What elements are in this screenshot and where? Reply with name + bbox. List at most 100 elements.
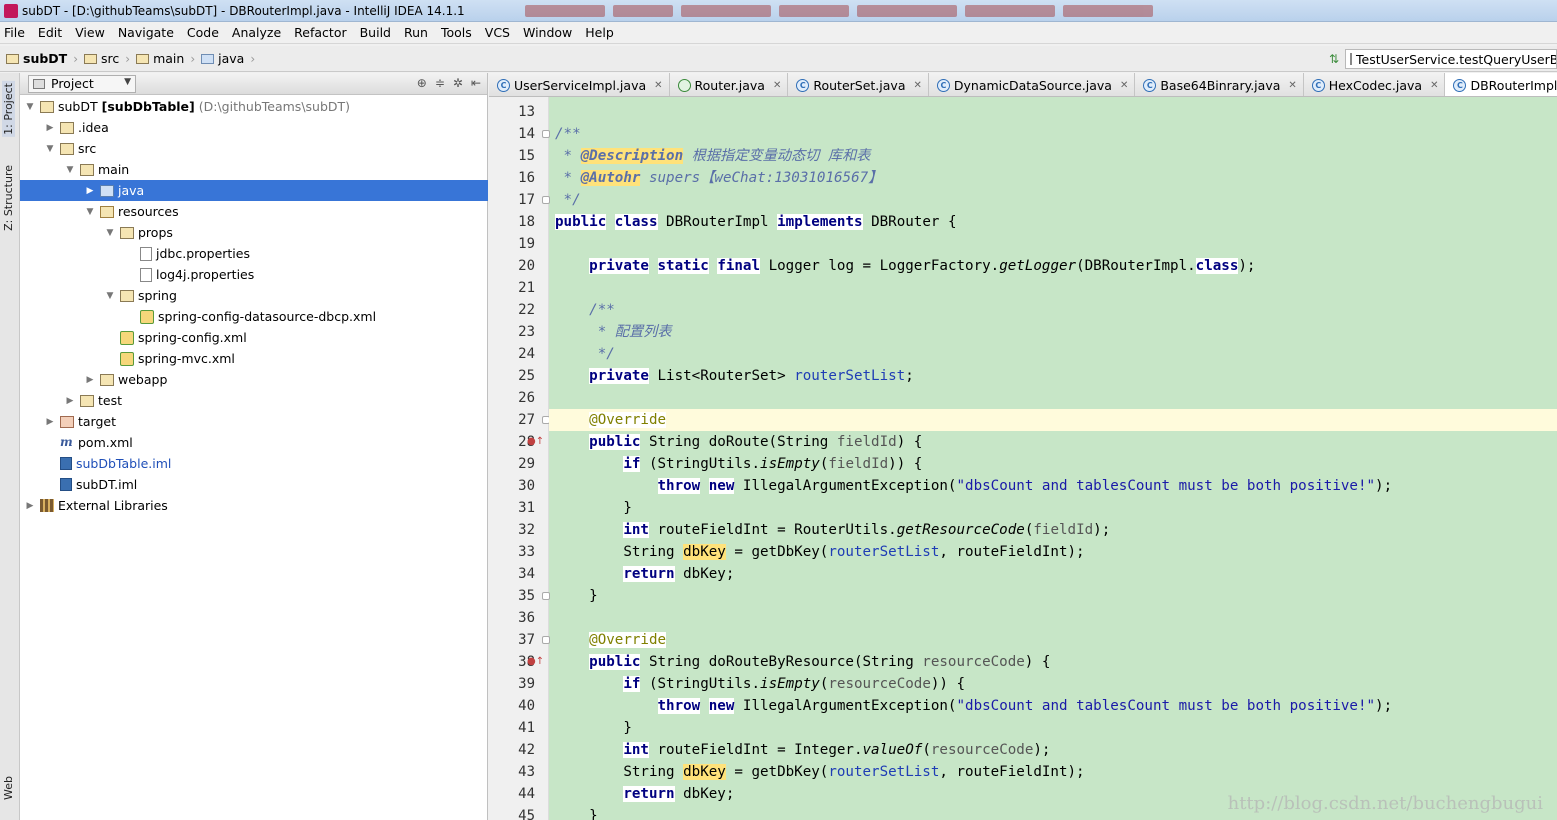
code-text[interactable]: /** * @Description 根据指定变量动态切 库和表 * @Auto… xyxy=(549,97,1557,820)
tree-item[interactable]: ▶ java xyxy=(20,180,488,201)
collapsed-arrow-icon[interactable]: ▶ xyxy=(44,123,56,133)
menu-edit[interactable]: Edit xyxy=(38,25,62,40)
menu-file[interactable]: File xyxy=(4,25,25,40)
close-tab-icon[interactable]: ✕ xyxy=(1288,80,1296,91)
tree-item[interactable]: ▶ webapp xyxy=(20,369,488,390)
expanded-arrow-icon[interactable]: ▼ xyxy=(24,102,36,112)
tool-tab-project[interactable]: 1: Project xyxy=(2,81,15,137)
menu-vcs[interactable]: VCS xyxy=(485,25,510,40)
expanded-arrow-icon[interactable]: ▼ xyxy=(104,228,116,238)
collapsed-arrow-icon[interactable]: ▶ xyxy=(64,396,76,406)
editor-tab[interactable]: CDBRouterImpl.java✕ xyxy=(1445,73,1557,96)
code-token: = getDbKey( xyxy=(725,544,829,560)
code-line: @Override xyxy=(555,409,667,431)
tree-item[interactable]: ▼ resources xyxy=(20,201,488,222)
tool-tab-structure[interactable]: Z: Structure xyxy=(2,165,15,231)
tree-item[interactable]: ▶ .idea xyxy=(20,117,488,138)
scroll-from-source-icon[interactable]: ⊕ xyxy=(417,76,427,90)
editor-tab[interactable]: C UserServiceImpl.java ✕ xyxy=(489,73,670,96)
override-method-icon[interactable]: ●↑ xyxy=(527,431,544,453)
code-line: } xyxy=(555,585,598,607)
code-token: 根据指定变量动态切 库和表 xyxy=(683,148,871,164)
breadcrumb-project[interactable]: subDT xyxy=(6,51,67,66)
close-tab-icon[interactable]: ✕ xyxy=(654,80,662,91)
code-token: private xyxy=(589,368,649,384)
menu-analyze[interactable]: Analyze xyxy=(232,25,281,40)
menu-help[interactable]: Help xyxy=(585,25,614,40)
code-token: @Override xyxy=(589,412,667,428)
tree-item[interactable]: ▼ src xyxy=(20,138,488,159)
collapsed-arrow-icon[interactable]: ▶ xyxy=(84,375,96,385)
tree-item-label: test xyxy=(98,393,123,408)
tree-item-label: props xyxy=(138,225,173,240)
code-token: public xyxy=(589,654,641,670)
menu-build[interactable]: Build xyxy=(360,25,391,40)
breadcrumb-java[interactable]: java xyxy=(201,51,244,66)
line-number: 16 xyxy=(518,170,535,186)
expanded-arrow-icon[interactable]: ▼ xyxy=(84,207,96,217)
run-config-selector[interactable]: TestUserService.testQueryUserByI xyxy=(1345,49,1557,69)
collapsed-arrow-icon[interactable]: ▶ xyxy=(44,417,56,427)
tree-item[interactable]: log4j.properties xyxy=(20,264,488,285)
menu-code[interactable]: Code xyxy=(187,25,219,40)
code-line: public class DBRouterImpl implements DBR… xyxy=(555,211,957,233)
code-token: */ xyxy=(555,346,615,362)
window-title: subDT - [D:\githubTeams\subDT] - DBRoute… xyxy=(22,3,465,18)
tree-item[interactable]: ▼ subDT [subDbTable] (D:\githubTeams\subDT) xyxy=(20,96,488,117)
editor-tab[interactable]: C Base64Binrary.java ✕ xyxy=(1135,73,1304,96)
tree-item[interactable]: subDT.iml xyxy=(20,474,488,495)
menu-tools[interactable]: Tools xyxy=(441,25,472,40)
tool-tab-web[interactable]: Web xyxy=(2,776,15,800)
collapsed-arrow-icon[interactable]: ▶ xyxy=(24,501,36,511)
tab-label: DBRouterImpl.java xyxy=(1470,77,1557,93)
hide-panel-icon[interactable]: ⇤ xyxy=(471,76,481,90)
tree-item[interactable]: spring-config.xml xyxy=(20,327,488,348)
editor-tab[interactable]: Router.java ✕ xyxy=(669,73,789,96)
collapse-all-icon[interactable]: ≑ xyxy=(435,76,445,90)
code-token: isEmpty xyxy=(760,676,820,692)
tree-item[interactable]: ▶ External Libraries xyxy=(20,495,488,516)
collapsed-arrow-icon[interactable]: ▶ xyxy=(84,186,96,196)
editor-tab[interactable]: C DynamicDataSource.java ✕ xyxy=(928,73,1136,96)
folder-icon xyxy=(60,142,74,155)
code-token: /** xyxy=(555,126,581,142)
tree-item[interactable]: ▼ spring xyxy=(20,285,488,306)
menu-refactor[interactable]: Refactor xyxy=(294,25,346,40)
close-tab-icon[interactable]: ✕ xyxy=(773,80,781,91)
expanded-arrow-icon[interactable]: ▼ xyxy=(64,165,76,175)
code-line: return dbKey; xyxy=(555,783,734,805)
close-tab-icon[interactable]: ✕ xyxy=(913,80,921,91)
code-token: routeFieldInt = Integer. xyxy=(648,742,863,758)
vcs-update-icon[interactable]: ⇅ xyxy=(1329,52,1339,66)
tree-item[interactable]: m pom.xml xyxy=(20,432,488,453)
override-method-icon[interactable]: ●↑ xyxy=(527,651,544,673)
code-token: List<RouterSet> xyxy=(648,368,795,384)
tree-item[interactable]: subDbTable.iml xyxy=(20,453,488,474)
menu-view[interactable]: View xyxy=(75,25,105,40)
editor-tab[interactable]: C RouterSet.java ✕ xyxy=(788,73,929,96)
close-tab-icon[interactable]: ✕ xyxy=(1120,80,1128,91)
breadcrumb-src[interactable]: src xyxy=(84,51,119,66)
menu-navigate[interactable]: Navigate xyxy=(118,25,174,40)
tree-item[interactable]: jdbc.properties xyxy=(20,243,488,264)
tree-item[interactable]: ▶ target xyxy=(20,411,488,432)
tree-item[interactable]: spring-config-datasource-dbcp.xml xyxy=(20,306,488,327)
expanded-arrow-icon[interactable]: ▼ xyxy=(104,291,116,301)
tree-item[interactable]: ▼ props xyxy=(20,222,488,243)
menu-window[interactable]: Window xyxy=(523,25,572,40)
menu-run[interactable]: Run xyxy=(404,25,428,40)
tree-item-label: pom.xml xyxy=(78,435,133,450)
editor-tab[interactable]: C HexCodec.java ✕ xyxy=(1303,73,1446,96)
tree-item[interactable]: spring-mvc.xml xyxy=(20,348,488,369)
close-tab-icon[interactable]: ✕ xyxy=(1430,80,1438,91)
code-token: fieldId xyxy=(1033,522,1094,538)
tree-item[interactable]: ▼ main xyxy=(20,159,488,180)
expanded-arrow-icon[interactable]: ▼ xyxy=(44,144,56,154)
gear-icon[interactable]: ✲ xyxy=(453,76,463,90)
project-view-dropdown[interactable]: Project ▼ xyxy=(28,74,136,93)
tree-item[interactable]: ▶ test xyxy=(20,390,488,411)
breadcrumb-main[interactable]: main xyxy=(136,51,184,66)
tree-item-label: jdbc.properties xyxy=(156,246,250,261)
code-line: return dbKey; xyxy=(555,563,734,585)
